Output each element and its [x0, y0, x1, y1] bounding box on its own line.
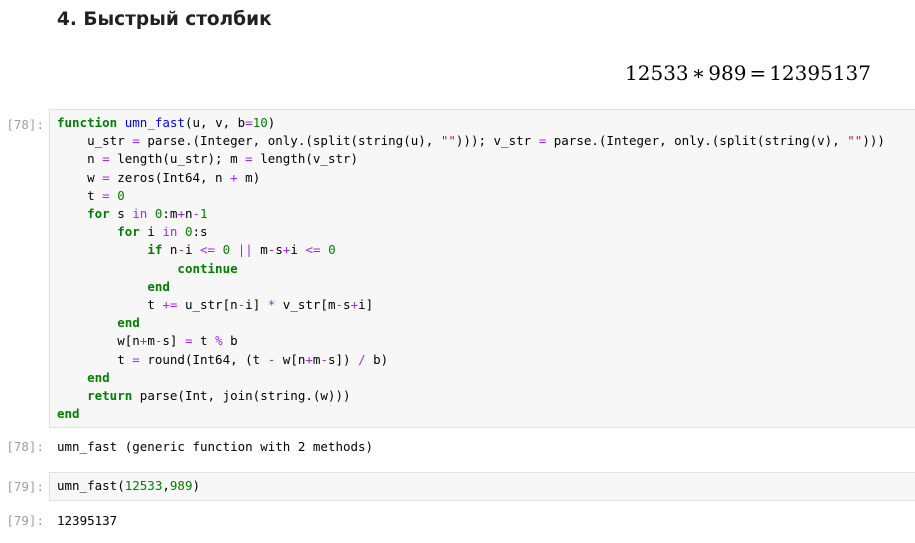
output-text-78: umn_fast (generic function with 2 method… — [57, 439, 374, 454]
code-editor-79[interactable]: umn_fast(12533,989) — [57, 477, 200, 495]
code-editor-78[interactable]: function umn_fast(u, v, b=10) u_str = pa… — [57, 114, 885, 423]
input-prompt-79: [79]: — [6, 479, 44, 494]
equals-operator: = — [749, 61, 767, 85]
output-text-79: 12395137 — [57, 513, 118, 528]
input-prompt-78: [78]: — [6, 117, 44, 132]
section-heading: 4. Быстрый столбик — [57, 9, 272, 30]
output-prompt-78: [78]: — [6, 439, 44, 454]
equation-mid: 989 — [708, 61, 747, 85]
multiply-operator: ∗ — [691, 61, 706, 85]
equation: 12533 ∗ 989 = 12395137 — [625, 59, 871, 87]
equation-rhs: 12395137 — [769, 61, 871, 85]
output-prompt-79: [79]: — [6, 513, 44, 528]
equation-lhs: 12533 — [625, 61, 689, 85]
